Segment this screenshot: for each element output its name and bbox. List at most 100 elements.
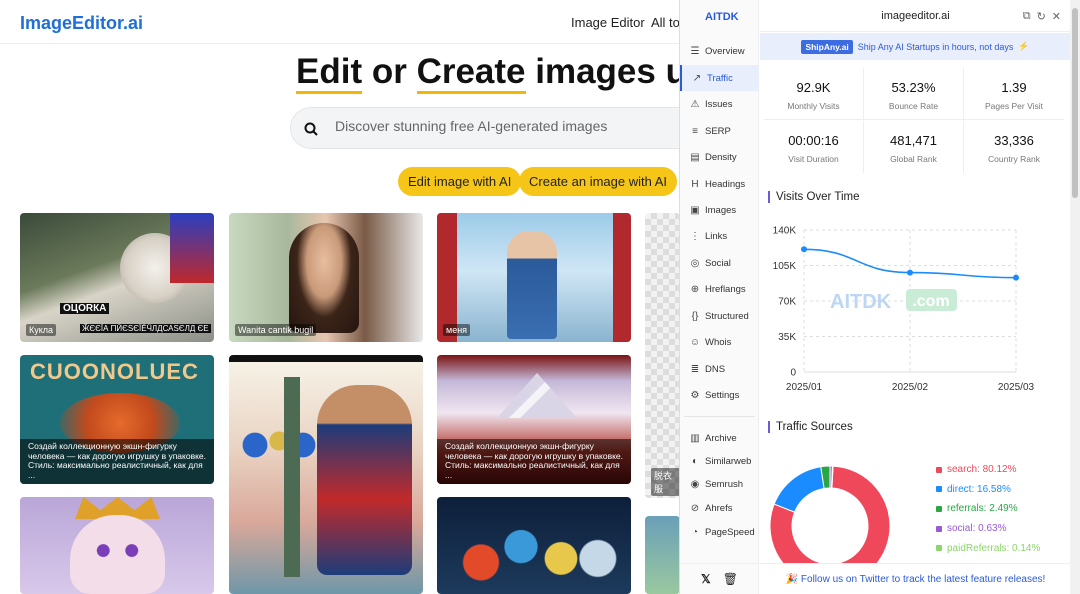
legend-label: direct: 16.58% <box>947 483 1011 495</box>
image-card[interactable] <box>437 497 631 594</box>
soldier-figure <box>317 385 412 575</box>
search-input[interactable] <box>335 118 675 134</box>
sidebar-item-label: Links <box>705 230 728 242</box>
image-card[interactable]: Создай коллекционную экшн-фигурку челове… <box>437 355 631 484</box>
stat-label: Country Rank <box>988 154 1040 164</box>
y-tick-label: 35K <box>778 332 796 343</box>
image-card[interactable]: меня <box>437 213 631 342</box>
legend-entry[interactable]: paidReferrals: 0.14% <box>936 543 1040 554</box>
stat-label: Visit Duration <box>788 154 839 164</box>
data-point <box>1013 274 1019 281</box>
serp-icon: ≡ <box>692 125 698 137</box>
pagespeed-icon: ◔ <box>691 526 699 538</box>
sidebar-item-label: SERP <box>705 125 731 137</box>
legend-entry[interactable]: direct: 16.58% <box>936 484 1011 495</box>
promo-banner[interactable]: ShipAny.ai Ship Any AI Startups in hours… <box>760 33 1071 60</box>
image-card[interactable]: ОЦОRКА ӁЄЄЇА ПӢЄЅЄЇЁӴЛДСАЅЄЛД ЄЕ Кукла <box>20 213 214 342</box>
image-card[interactable] <box>645 516 680 594</box>
promo-badge: ShipAny.ai <box>801 39 853 54</box>
image-card[interactable]: СUOONOLUEC Создай коллекционную экшн-фиг… <box>20 355 214 484</box>
twitter-follow-footer[interactable]: 🎉 Follow us on Twitter to track the late… <box>760 563 1071 594</box>
nav-all-tools[interactable]: All to <box>651 15 680 30</box>
stat-label: Pages Per Visit <box>985 101 1043 111</box>
x-twitter-icon[interactable]: 𝕏 <box>701 572 711 586</box>
sidebar-item-structured[interactable]: {} Structured <box>680 303 759 329</box>
search-icon <box>304 122 318 136</box>
stat-value: 92.9K <box>796 80 831 95</box>
overview-icon: ☰ <box>690 45 700 57</box>
page-scrollbar[interactable] <box>1070 0 1080 594</box>
sidebar-divider <box>684 416 755 417</box>
traffic-sources-title: Traffic Sources <box>768 421 853 433</box>
sidebar-item-headings[interactable]: H Headings <box>680 171 759 197</box>
image-card[interactable] <box>20 497 214 594</box>
sidebar-item-dns[interactable]: ≣ DNS <box>680 356 759 382</box>
dns-icon: ≣ <box>690 363 700 375</box>
image-caption: Создай коллекционную экшн-фигурку челове… <box>437 439 631 484</box>
y-tick-label: 0 <box>790 368 796 379</box>
stat-value: 00:00:16 <box>788 133 839 148</box>
sidebar-item-pagespeed[interactable]: ◔ PageSpeed <box>680 519 759 545</box>
sidebar-item-label: Whois <box>705 336 732 348</box>
sidebar-item-label: Issues <box>705 98 733 110</box>
y-tick-label: 140K <box>773 226 797 237</box>
trash-icon[interactable]: 🗑 <box>723 572 738 586</box>
image-card[interactable]: 脱衣服 <box>645 213 680 498</box>
sidebar-item-social[interactable]: ◎ Social <box>680 250 759 276</box>
sidebar-item-label: Structured <box>705 310 749 322</box>
legend-swatch <box>936 545 942 552</box>
sidebar-item-label: Traffic <box>707 72 733 84</box>
sidebar-item-overview[interactable]: ☰ Overview <box>680 38 759 64</box>
woman-figure <box>507 231 557 339</box>
create-image-button[interactable]: Create an image with AI <box>519 167 678 196</box>
stat-label: Global Rank <box>890 154 937 164</box>
sidebar-item-issues[interactable]: ⚠ Issues <box>680 91 759 117</box>
donut-slice <box>773 466 825 513</box>
stat-pages-per-visit: 1.39 Pages Per Visit <box>964 68 1064 120</box>
sidebar-item-ahrefs[interactable]: ⊘ Ahrefs <box>680 495 759 521</box>
visits-line-chart: 0 35K 70K 105K 140K 2025/01 2025/02 2025/03 AITD… <box>773 226 1035 394</box>
image-card[interactable] <box>229 355 423 594</box>
legend-entry[interactable]: referrals: 2.49% <box>936 503 1018 514</box>
nav-image-editor[interactable]: Image Editor <box>571 15 645 30</box>
sidebar-item-links[interactable]: ⋮ Links <box>680 223 759 249</box>
edit-image-button[interactable]: Edit image with AI <box>398 167 522 196</box>
social-icon: ◎ <box>690 257 700 269</box>
image-overlay-text: ОЦОRКА <box>60 303 110 314</box>
sidebar-item-serp[interactable]: ≡ SERP <box>680 118 759 144</box>
sidebar-item-hreflangs[interactable]: ⊕ Hreflangs <box>680 276 759 302</box>
sidebar-bottom-bar: 𝕏 🗑 <box>680 563 759 594</box>
sidebar-item-whois[interactable]: ☺ Whois <box>680 329 759 355</box>
hreflangs-icon: ⊕ <box>690 283 700 295</box>
traffic-sources-donut-chart <box>769 465 891 563</box>
legend-entry[interactable]: search: 80.12% <box>936 464 1017 475</box>
sidebar-item-label: Archive <box>705 432 737 444</box>
y-tick-label: 70K <box>778 297 796 308</box>
sidebar-item-density[interactable]: ▤ Density <box>680 144 759 170</box>
whois-icon: ☺ <box>689 336 701 348</box>
site-logo[interactable]: ImageEditor.ai <box>20 13 143 34</box>
portrait-figure <box>289 223 359 333</box>
stat-monthly-visits: 92.9K Monthly Visits <box>764 68 864 120</box>
sidebar-item-images[interactable]: ▣ Images <box>680 197 759 223</box>
refresh-icon[interactable]: ↻ <box>1037 10 1046 23</box>
sidebar-item-label: Social <box>705 257 731 269</box>
search-bar[interactable] <box>290 107 680 149</box>
close-icon[interactable]: ✕ <box>1052 10 1061 23</box>
hero-heading: Edit or Create images us <box>296 52 680 94</box>
sidebar-item-label: Headings <box>705 178 746 190</box>
legend-entry[interactable]: social: 0.63% <box>936 523 1006 534</box>
crop-icon[interactable]: ⧉ <box>1023 10 1031 23</box>
flag-shape <box>170 213 214 283</box>
issues-icon: ⚠ <box>690 98 700 110</box>
scrollbar-thumb[interactable] <box>1072 8 1078 198</box>
stat-value: 53.23% <box>891 80 936 95</box>
extension-brand: AITDK <box>705 11 739 23</box>
image-caption: Создай коллекционную экшн-фигурку челове… <box>20 439 214 484</box>
image-card[interactable]: Wanita cantik bugil <box>229 213 423 342</box>
legend-label: search: 80.12% <box>947 464 1017 475</box>
sidebar-item-semrush[interactable]: ◉ Semrush <box>680 471 759 497</box>
extension-sidebar: AITDK ☰ Overview ↗ Traffic ⚠ Issues ≡ SERP ▤ Dens… <box>680 0 759 594</box>
sidebar-item-settings[interactable]: ⚙ Settings <box>680 382 759 408</box>
sidebar-item-traffic[interactable]: ↗ Traffic <box>680 65 759 91</box>
